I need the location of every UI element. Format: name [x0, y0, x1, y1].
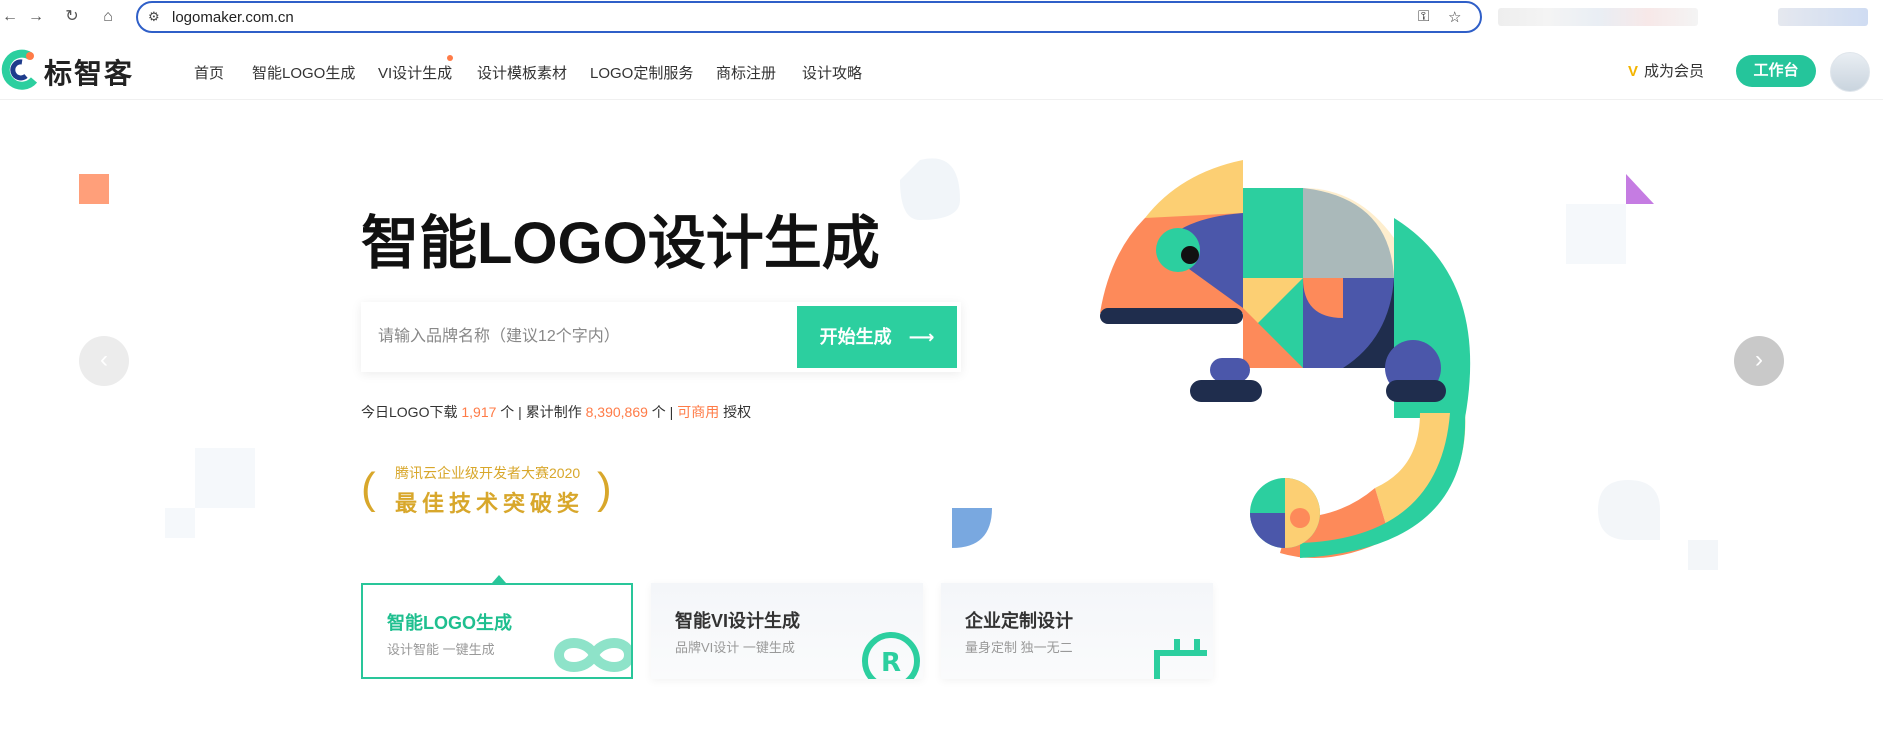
hero-title: 智能LOGO设计生成 [361, 211, 880, 276]
feature-card-vi[interactable]: 智能VI设计生成 品牌VI设计 一键生成 R [651, 583, 923, 679]
user-avatar[interactable] [1830, 52, 1870, 92]
nav-custom-logo[interactable]: LOGO定制服务 [590, 62, 693, 83]
infinity-icon [553, 638, 631, 672]
feature-card-custom[interactable]: 企业定制设计 量身定制 独一无二 [941, 583, 1213, 679]
carousel-prev-button[interactable]: ‹ [79, 336, 129, 386]
bookmark-star-icon[interactable]: ☆ [1448, 8, 1461, 26]
registered-mark-icon: R [862, 632, 920, 679]
start-generate-label: 开始生成 [819, 327, 892, 347]
award-subtitle: 腾讯云企业级开发者大赛2020 [395, 465, 581, 481]
site-header: 标智客 首页 智能LOGO生成 VI设计生成 设计模板素材 LOGO定制服务 商… [0, 40, 1883, 100]
blurred-extensions [1498, 8, 1698, 26]
laurel-left-icon: ( [361, 464, 376, 513]
nav-design-guide[interactable]: 设计攻略 [802, 62, 862, 83]
feature-subtitle: 品牌VI设计 一键生成 [675, 640, 795, 655]
today-unit: 个 | 累计制作 [500, 404, 582, 420]
password-key-icon[interactable]: ⚿ [1418, 8, 1429, 25]
custom-design-icon [1154, 639, 1207, 679]
feature-title: 智能LOGO生成 [387, 613, 512, 633]
brand-name-input[interactable] [361, 302, 797, 372]
workspace-button[interactable]: 工作台 [1736, 55, 1816, 87]
chevron-right-icon: › [1755, 346, 1763, 373]
nav-logo-generator[interactable]: 智能LOGO生成 [252, 62, 355, 83]
stats-prefix: 今日LOGO下载 [361, 404, 458, 420]
today-count: 1,917 [461, 404, 497, 420]
feature-title: 智能VI设计生成 [675, 611, 801, 631]
chameleon-illustration [1100, 160, 1471, 558]
feature-subtitle: 量身定制 独一无二 [965, 640, 1073, 655]
site-info-icon[interactable]: ⚙ [148, 9, 164, 25]
url-text[interactable]: logomaker.com.cn [172, 9, 294, 26]
nav-vi-design[interactable]: VI设计生成 [378, 62, 452, 83]
license-label: 授权 [723, 404, 752, 420]
vip-icon: V [1628, 63, 1639, 80]
back-icon[interactable]: ← [0, 7, 20, 27]
carousel-next-button[interactable]: › [1734, 336, 1784, 386]
download-stats: 今日LOGO下载 1,917 个 | 累计制作 8,390,869 个 | 可商… [361, 402, 751, 422]
reload-icon[interactable]: ↻ [62, 7, 82, 27]
nav-trademark[interactable]: 商标注册 [716, 62, 776, 83]
start-generate-button[interactable]: 开始生成 ⟶ [797, 306, 957, 368]
total-unit: 个 | [651, 404, 674, 420]
forward-icon[interactable]: → [26, 7, 46, 27]
svg-text:R: R [881, 648, 901, 678]
logo-text[interactable]: 标智客 [44, 52, 134, 92]
total-count: 8,390,869 [585, 404, 648, 420]
address-bar[interactable]: ⚙ logomaker.com.cn ⚿ ☆ [136, 1, 1482, 33]
nav-home[interactable]: 首页 [194, 62, 224, 83]
nav-templates[interactable]: 设计模板素材 [477, 62, 567, 83]
new-badge-dot [447, 55, 453, 61]
arrow-right-icon: ⟶ [908, 327, 935, 347]
chevron-left-icon: ‹ [100, 346, 108, 373]
brand-search-form: 开始生成 ⟶ [361, 302, 961, 372]
browser-toolbar: ← → ↻ ⌂ ⚙ logomaker.com.cn ⚿ ☆ [0, 0, 1883, 34]
feature-subtitle: 设计智能 一键生成 [387, 642, 495, 657]
blurred-profile [1778, 8, 1868, 26]
feature-title: 企业定制设计 [965, 611, 1073, 631]
award-title: 最佳技术突破奖 [395, 491, 585, 516]
active-card-pointer [492, 575, 506, 583]
home-icon[interactable]: ⌂ [98, 7, 118, 27]
member-label: 成为会员 [1644, 63, 1705, 80]
award-badge: ( 腾讯云企业级开发者大赛2020 最佳技术突破奖 ) [361, 460, 621, 520]
logo-icon[interactable] [0, 48, 38, 92]
feature-card-logo[interactable]: 智能LOGO生成 设计智能 一键生成 [361, 583, 633, 679]
commercial-link[interactable]: 可商用 [677, 404, 719, 420]
member-link[interactable]: V 成为会员 [1628, 60, 1704, 81]
laurel-right-icon: ) [597, 464, 612, 513]
